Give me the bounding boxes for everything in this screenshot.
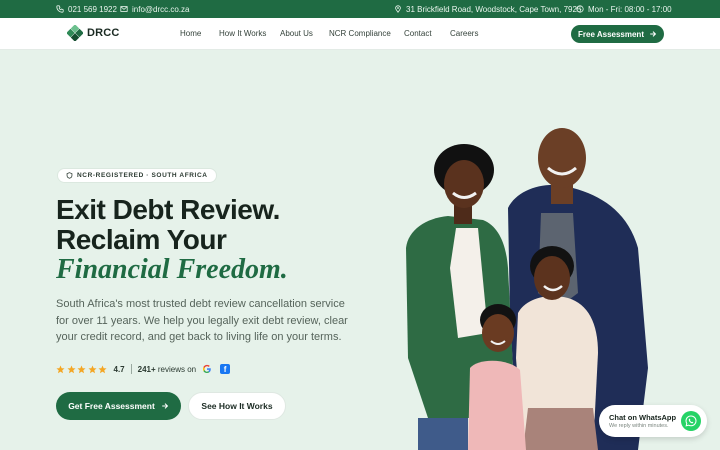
email-address: info@drcc.co.za bbox=[132, 4, 190, 14]
star-icon bbox=[98, 365, 107, 373]
whatsapp-chat-widget[interactable]: Chat on WhatsApp We reply within minutes… bbox=[599, 405, 707, 437]
rating-score: 4.7 bbox=[113, 364, 125, 374]
phone-icon bbox=[685, 415, 697, 427]
google-icon[interactable] bbox=[202, 364, 212, 374]
hero-title-line-2: Reclaim Your bbox=[56, 224, 227, 255]
arrow-right-icon bbox=[162, 403, 168, 409]
family-photo bbox=[406, 128, 648, 450]
whatsapp-subtitle: We reply within minutes. bbox=[609, 423, 669, 429]
main-navbar: DRCC Home How It Works About Us NCR Comp… bbox=[0, 18, 720, 50]
nav-link-careers[interactable]: Careers bbox=[450, 29, 478, 38]
location-pin-icon bbox=[395, 5, 401, 13]
phone-link[interactable]: 021 569 1922 bbox=[56, 0, 117, 18]
free-assessment-button[interactable]: Free Assessment bbox=[571, 25, 664, 43]
star-icon bbox=[66, 365, 76, 373]
nav-link-about-us[interactable]: About Us bbox=[280, 29, 313, 38]
nav-link-ncr-compliance[interactable]: NCR Compliance bbox=[329, 29, 391, 38]
rating-divider bbox=[130, 364, 132, 374]
free-assessment-label: Free Assessment bbox=[578, 29, 644, 39]
nav-link-contact[interactable]: Contact bbox=[404, 29, 432, 38]
get-free-assessment-button[interactable]: Get Free Assessment bbox=[56, 392, 181, 420]
address-text: 31 Brickfield Road, Woodstock, Cape Town… bbox=[406, 4, 582, 14]
review-count: 241+ bbox=[137, 364, 156, 374]
phone-number: 021 569 1922 bbox=[68, 4, 117, 14]
facebook-icon[interactable]: f bbox=[220, 364, 231, 374]
email-link[interactable]: info@drcc.co.za bbox=[120, 0, 189, 18]
ncr-badge: NCR-REGISTERED · SOUTH AFRICA bbox=[57, 168, 217, 183]
logo-text: DRCC bbox=[87, 27, 120, 39]
star-icon bbox=[87, 365, 97, 373]
review-count-text: 241+ reviews on bbox=[138, 365, 197, 374]
see-how-it-works-button[interactable]: See How It Works bbox=[188, 392, 286, 420]
arrow-right-icon bbox=[650, 31, 657, 37]
address-item: 31 Brickfield Road, Woodstock, Cape Town… bbox=[394, 0, 581, 18]
hero-lead-text: South Africa's most trusted debt review … bbox=[56, 298, 348, 343]
rating-row: 4.7 241+ reviews on f bbox=[56, 363, 231, 375]
nav-link-how-it-works[interactable]: How It Works bbox=[219, 29, 266, 38]
phone-icon bbox=[56, 5, 64, 13]
reviews-on-label: reviews on bbox=[157, 364, 197, 374]
hours-text: Mon - Fri: 08:00 - 17:00 bbox=[588, 4, 672, 14]
shield-icon bbox=[66, 172, 73, 179]
hero-title-accent: Financial Freedom. bbox=[56, 254, 288, 285]
whatsapp-icon[interactable] bbox=[681, 411, 701, 431]
see-how-it-works-label: See How It Works bbox=[201, 401, 273, 411]
hours-item: Mon - Fri: 08:00 - 17:00 bbox=[576, 0, 672, 18]
star-icon bbox=[56, 365, 65, 373]
site-logo[interactable]: DRCC bbox=[67, 25, 120, 41]
star-icon bbox=[77, 365, 86, 373]
get-free-assessment-label: Get Free Assessment bbox=[68, 401, 155, 411]
hero-title-line-1: Exit Debt Review. bbox=[56, 194, 280, 225]
ncr-badge-text: NCR-REGISTERED · SOUTH AFRICA bbox=[77, 172, 208, 179]
top-contact-bar: 021 569 1922 info@drcc.co.za 31 Brickfie… bbox=[0, 0, 720, 18]
clock-icon bbox=[576, 5, 584, 13]
logo-mark-icon bbox=[67, 25, 83, 41]
whatsapp-title: Chat on WhatsApp bbox=[609, 413, 677, 422]
mail-icon bbox=[120, 6, 128, 12]
nav-link-home[interactable]: Home bbox=[180, 29, 201, 38]
